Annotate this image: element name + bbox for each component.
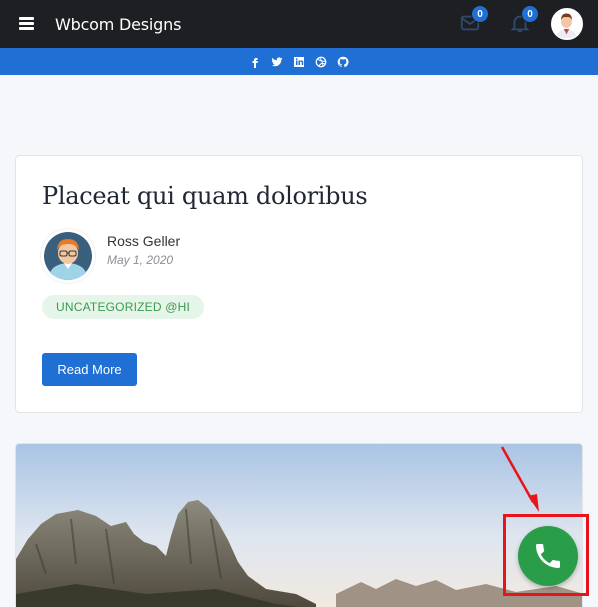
- author-name[interactable]: Ross Geller: [107, 233, 180, 249]
- post-card: Placeat qui quam doloribus Ross Geller M…: [15, 155, 583, 413]
- top-navbar: Wbcom Designs 0 0: [0, 0, 598, 48]
- facebook-icon[interactable]: [248, 55, 262, 69]
- linkedin-icon[interactable]: [292, 55, 306, 69]
- twitter-icon[interactable]: [270, 55, 284, 69]
- site-title[interactable]: Wbcom Designs: [55, 15, 181, 34]
- category-tag[interactable]: UNCATEGORIZED @HI: [42, 295, 205, 319]
- annotation-highlight-box: [503, 514, 589, 596]
- messages-count-badge: 0: [471, 5, 489, 23]
- dribbble-icon[interactable]: [314, 55, 328, 69]
- menu-icon[interactable]: [19, 17, 34, 30]
- read-more-button[interactable]: Read More: [42, 353, 137, 386]
- messages-button[interactable]: 0: [459, 5, 489, 34]
- user-avatar[interactable]: [551, 8, 583, 40]
- notifications-count-badge: 0: [521, 5, 539, 23]
- notifications-button[interactable]: 0: [509, 5, 539, 34]
- annotation-arrow: [500, 446, 539, 512]
- social-links-bar: [0, 48, 598, 75]
- post-date: May 1, 2020: [107, 253, 174, 267]
- post-title[interactable]: Placeat qui quam doloribus: [42, 182, 368, 210]
- github-icon[interactable]: [336, 55, 350, 69]
- author-avatar[interactable]: [41, 229, 95, 283]
